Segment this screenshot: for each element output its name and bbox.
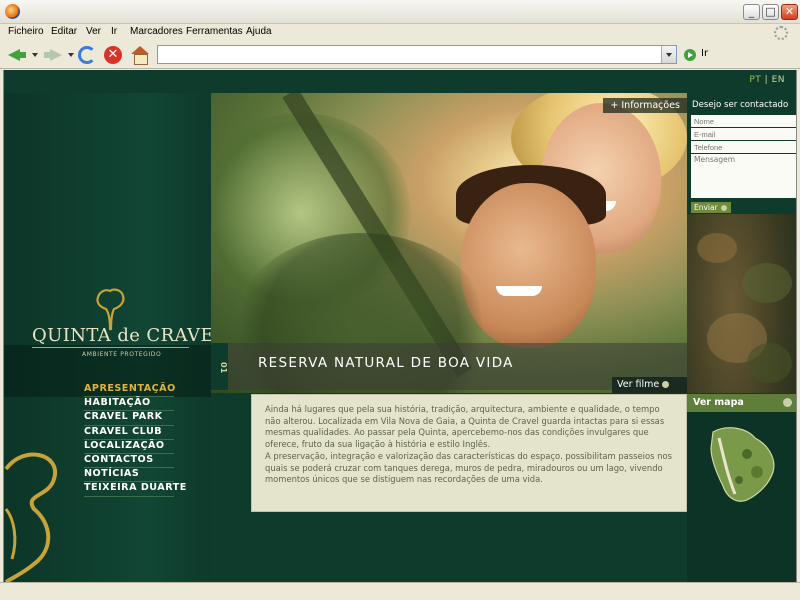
name-field[interactable] [691,115,796,127]
minimize-button[interactable]: _ [743,4,760,20]
top-strip: PT | EN [4,70,796,93]
logo-divider [32,347,189,348]
informacoes-label: Informações [621,100,680,111]
menu-item-noticias[interactable]: NOTÍCIAS [84,468,174,483]
menu-marcadores[interactable]: Marcadores [130,26,183,37]
intro-text: Ainda há lugares que pela sua história, … [251,394,687,512]
stop-icon[interactable]: ✕ [104,46,122,64]
contact-column: Desejo ser contactado Enviar [687,93,796,393]
window-titlebar: _ □ ✕ [0,0,800,24]
menu-item-localizacao[interactable]: LOCALIZAÇÃO [84,440,174,454]
browser-menubar: Ficheiro Editar Ver Ir Marcadores Ferram… [0,24,800,41]
leaf-texture [697,233,737,263]
logo-tagline: AMBIENTE PROTEGIDO [82,351,162,358]
language-switch: PT | EN [749,75,785,85]
logo-name[interactable]: QUINTA de CRAVEL® [32,325,236,346]
informacoes-button[interactable]: + Informações [603,98,687,113]
reload-icon[interactable] [78,46,96,64]
leaf-texture [742,263,792,303]
menu-ir[interactable]: Ir [111,26,117,37]
page-viewport: PT | EN QUINTA de CRAVEL® AMBIENTE PROTE… [3,70,797,582]
main-menu: APRESENTAÇÃO HABITAÇÃO CRAVEL PARK CRAVE… [84,383,186,497]
url-bar[interactable] [157,45,677,64]
menu-ajuda[interactable]: Ajuda [246,26,272,37]
home-icon[interactable] [131,46,149,65]
plus-icon: + [610,100,619,111]
forward-icon[interactable] [42,44,64,66]
forward-history-dropdown-icon[interactable] [68,53,74,57]
ver-filme-button[interactable]: Ver filme [612,377,687,393]
menu-editar[interactable]: Editar [51,26,77,37]
hero-title: RESERVA NATURAL DE BOA VIDA [258,355,514,371]
throbber-icon [774,26,788,40]
menu-item-teixeira-duarte[interactable]: TEIXEIRA DUARTE [84,482,186,497]
lang-pt-link[interactable]: PT [749,75,761,85]
menu-item-habitacao[interactable]: HABITAÇÃO [84,397,174,412]
email-field[interactable] [691,128,796,140]
ver-mapa-label: Ver mapa [693,397,744,408]
arrow-right-icon [662,381,670,388]
lang-en-link[interactable]: EN [772,75,785,85]
ver-mapa-button[interactable]: Ver mapa [687,394,796,412]
go-button-label[interactable]: Ir [701,48,708,59]
contact-title: Desejo ser contactado [692,100,789,110]
menu-ver[interactable]: Ver [86,26,101,37]
menu-item-cravel-club[interactable]: CRAVEL CLUB [84,426,174,440]
url-input[interactable] [158,46,658,63]
leaf-texture [747,343,792,383]
logo-name-text: QUINTA de CRAVEL [32,325,227,346]
site-map-icon [710,427,775,502]
man-smile [496,286,542,296]
close-button[interactable]: ✕ [781,4,798,20]
go-icon[interactable] [684,49,696,61]
phone-field[interactable] [691,141,796,153]
status-bar [0,582,800,600]
ver-filme-label: Ver filme [617,379,660,390]
menu-ferramentas[interactable]: Ferramentas [186,26,243,37]
hero-image: + Informações 01 RESERVA NATURAL DE BOA … [211,93,687,393]
back-icon[interactable] [6,44,28,66]
send-label: Enviar [694,203,718,212]
map-thumbnail[interactable] [687,412,796,582]
firefox-icon [5,4,20,19]
arrow-right-icon [720,205,727,211]
menu-ficheiro[interactable]: Ficheiro [8,26,44,37]
back-history-dropdown-icon[interactable] [32,53,38,57]
send-button[interactable]: Enviar [691,202,731,213]
sidebar: QUINTA de CRAVEL® AMBIENTE PROTEGIDO APR… [4,93,235,582]
url-dropdown-icon[interactable] [661,46,676,63]
hero-slide-number: 01 [211,343,228,390]
lang-separator: | [764,75,769,85]
arrow-down-icon [783,398,792,407]
maximize-button[interactable]: □ [762,4,779,20]
contact-form: Desejo ser contactado Enviar [687,93,796,214]
menu-item-contactos[interactable]: CONTACTOS [84,454,174,469]
menu-item-cravel-park[interactable]: CRAVEL PARK [84,411,174,426]
navigation-toolbar: ✕ Ir [0,41,800,69]
message-field[interactable] [691,154,796,198]
menu-item-apresentacao[interactable]: APRESENTAÇÃO [84,383,175,398]
decorative-tree-swirl-icon [4,452,58,582]
intro-paragraph: Ainda há lugares que pela sua história, … [265,404,672,485]
